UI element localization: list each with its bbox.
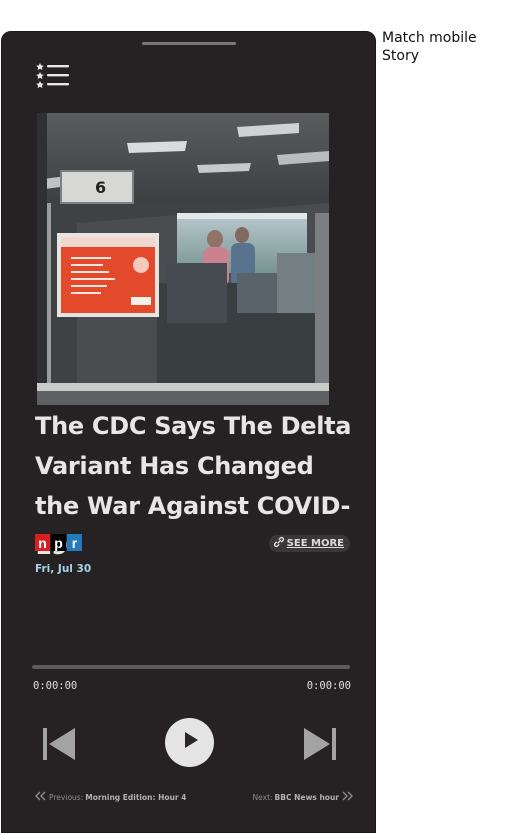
skip-previous-button[interactable] xyxy=(41,726,77,762)
next-prefix: Next: xyxy=(252,792,273,802)
source-row: n p r SEE MORE xyxy=(35,534,353,554)
episode-navigation: Previous: Morning Edition: Hour 4 Next: … xyxy=(35,791,353,805)
side-note-line-2: Story xyxy=(382,48,419,64)
link-icon xyxy=(273,535,285,553)
side-note-line-1: Match mobile xyxy=(382,30,477,46)
skip-next-icon xyxy=(302,728,338,766)
next-episode-link[interactable]: Next: BBC News hour xyxy=(253,791,353,803)
play-button[interactable] xyxy=(165,718,214,767)
npr-logo: n p r xyxy=(35,534,82,551)
side-note: Match mobile Story xyxy=(382,29,512,65)
play-icon xyxy=(180,730,200,755)
svg-text:6: 6 xyxy=(95,178,106,197)
double-chevron-left-icon xyxy=(35,791,47,803)
drag-handle[interactable] xyxy=(142,42,236,45)
previous-prefix: Previous: xyxy=(49,792,84,802)
skip-next-button[interactable] xyxy=(302,726,338,762)
progress-bar[interactable] xyxy=(32,665,350,669)
total-time: 0:00:00 xyxy=(306,680,351,692)
previous-episode-link[interactable]: Previous: Morning Edition: Hour 4 xyxy=(35,791,186,803)
next-title: BBC News hour xyxy=(274,792,339,802)
npr-logo-letter-r: r xyxy=(67,534,82,551)
story-image: 6 xyxy=(37,113,329,405)
skip-previous-icon xyxy=(41,728,77,766)
see-more-link[interactable]: SEE MORE xyxy=(268,535,350,553)
see-more-label: SEE MORE xyxy=(286,538,344,549)
npr-logo-letter-n: n xyxy=(35,534,50,551)
mobile-story-panel: 6 The CDC Says The Delta Variant Has Cha… xyxy=(1,31,376,833)
menu-icon[interactable] xyxy=(36,62,70,90)
story-date: Fri, Jul 30 xyxy=(35,563,92,575)
double-chevron-right-icon xyxy=(341,791,353,803)
current-time: 0:00:00 xyxy=(33,680,78,692)
npr-logo-letter-p: p xyxy=(51,534,66,551)
previous-title: Morning Edition: Hour 4 xyxy=(85,792,187,802)
